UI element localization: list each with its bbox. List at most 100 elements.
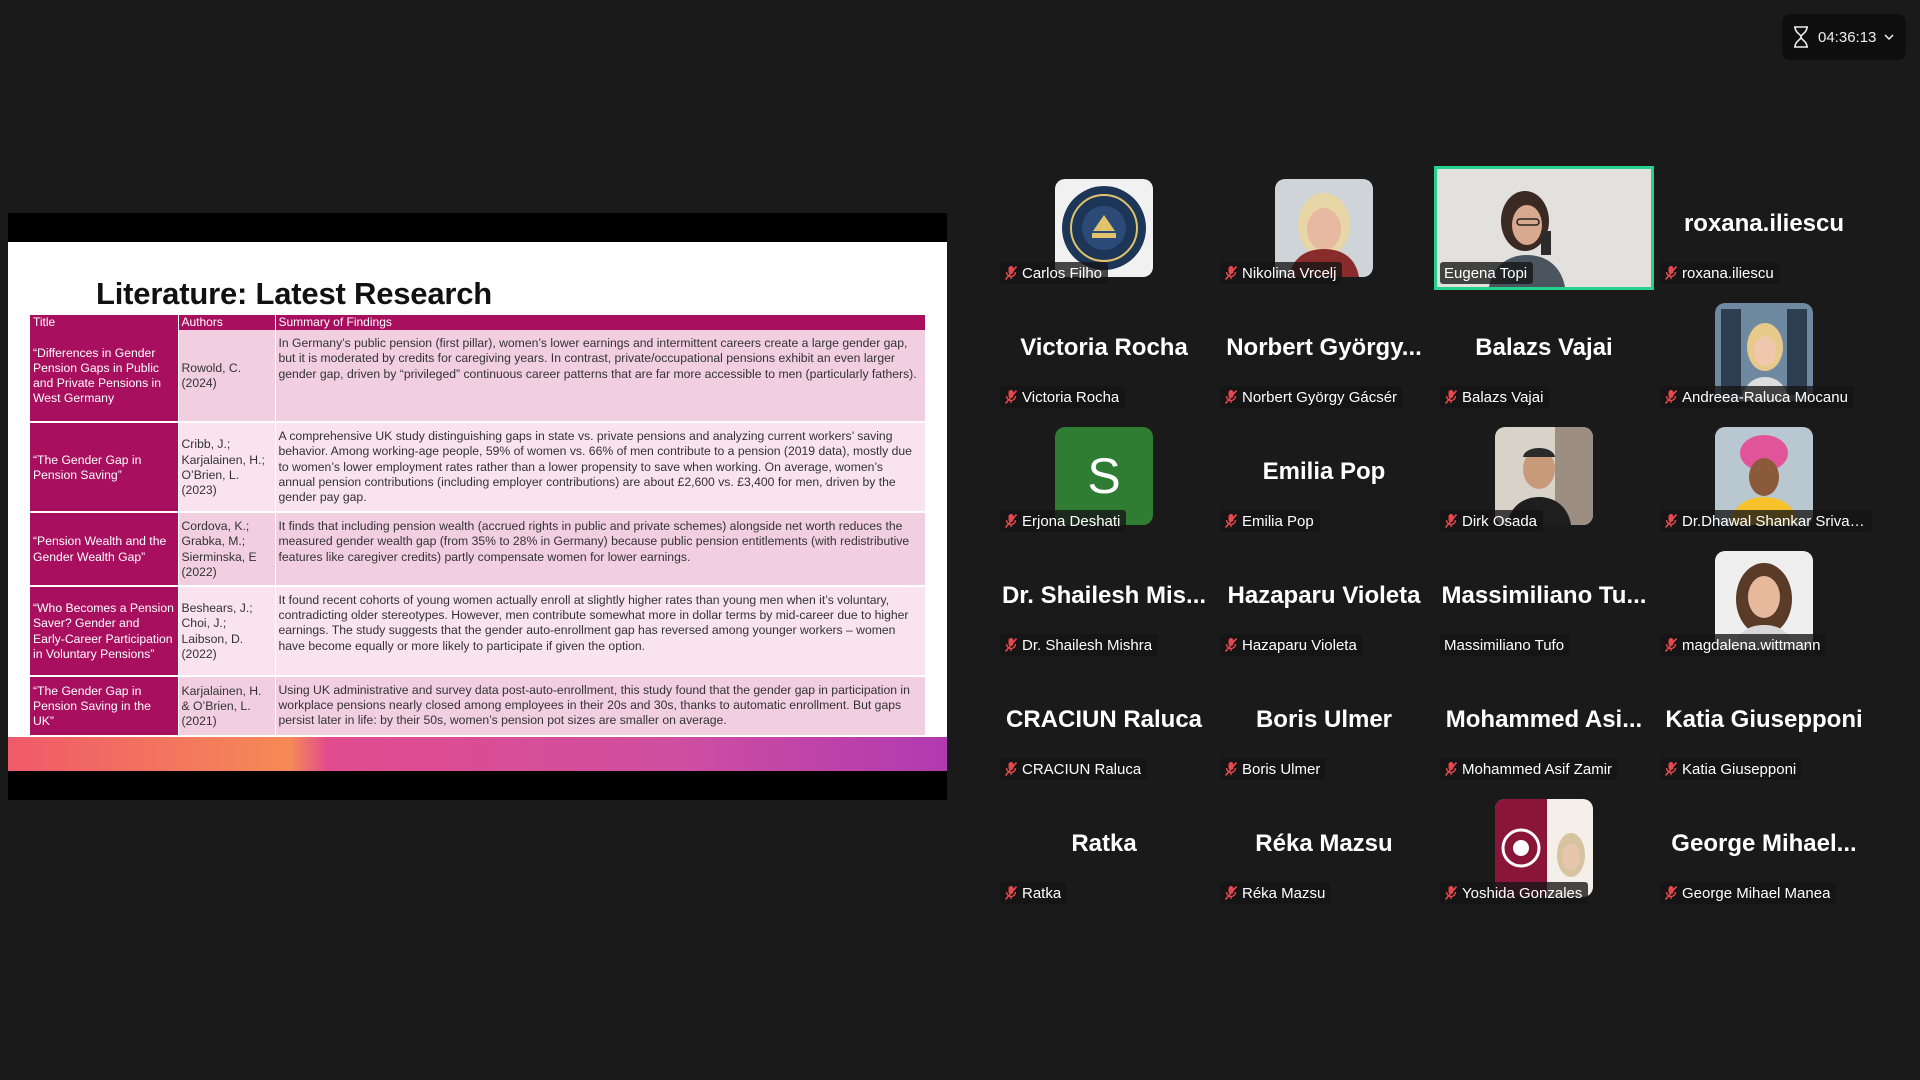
- mic-muted-icon: [1444, 761, 1458, 777]
- participant-tile[interactable]: Andreea-Raluca Mocanu: [1654, 290, 1874, 414]
- mic-muted-icon: [1224, 885, 1238, 901]
- participant-tile[interactable]: Victoria Rocha Victoria Rocha: [994, 290, 1214, 414]
- participant-display-name: Ratka: [1071, 830, 1137, 857]
- chevron-down-icon[interactable]: [1884, 33, 1894, 41]
- slide-footer-bar: [8, 737, 947, 771]
- participant-tile[interactable]: Nikolina Vrcelj: [1214, 166, 1434, 290]
- participant-name: Yoshida Gonzales: [1462, 884, 1583, 902]
- participant-display-name: Hazaparu Violeta: [1227, 582, 1421, 609]
- participant-name: Balazs Vajai: [1462, 388, 1544, 406]
- participant-display-name: Norbert György...: [1226, 334, 1422, 361]
- participant-tile[interactable]: Dr.Dhawal Shankar Srivas...: [1654, 414, 1874, 538]
- participant-display-name: Boris Ulmer: [1255, 706, 1393, 733]
- cell-title: “Pension Wealth and the Gender Wealth Ga…: [30, 512, 179, 588]
- mic-muted-icon: [1004, 389, 1018, 405]
- cell-summary: In Germany’s public pension (first pilla…: [275, 330, 926, 424]
- participant-tile[interactable]: Mohammed Asi... Mohammed Asif Zamir: [1434, 662, 1654, 786]
- participant-display-name: Réka Mazsu: [1255, 830, 1393, 857]
- timer-value: 04:36:13: [1818, 28, 1877, 46]
- participant-tile[interactable]: George Mihael... George Mihael Manea: [1654, 786, 1874, 910]
- participant-name-label: Emilia Pop: [1220, 510, 1320, 532]
- participant-name: Dirk Osada: [1462, 512, 1538, 530]
- participant-name: Boris Ulmer: [1242, 760, 1321, 778]
- participant-display-name: roxana.iliescu: [1683, 210, 1845, 237]
- participant-display-name: CRACIUN Raluca: [1005, 706, 1203, 733]
- participant-tile[interactable]: Réka Mazsu Réka Mazsu: [1214, 786, 1434, 910]
- mic-muted-icon: [1004, 265, 1018, 281]
- cell-authors: Karjalainen, H. & O’Brien, L. (2021): [178, 676, 276, 738]
- participant-display-name: Massimiliano Tu...: [1441, 582, 1647, 609]
- participant-tile[interactable]: Carlos Filho: [994, 166, 1214, 290]
- participant-name-label: Boris Ulmer: [1220, 758, 1327, 780]
- cell-authors: Cordova, K.; Grabka, M.; Sierminska, E (…: [178, 512, 276, 588]
- cell-summary: It finds that including pension wealth (…: [275, 512, 926, 588]
- cell-summary: It found recent cohorts of young women a…: [275, 586, 926, 678]
- mic-muted-icon: [1444, 389, 1458, 405]
- column-header-title: Title: [30, 315, 179, 331]
- participant-tile[interactable]: Massimiliano Tu... Massimiliano Tufo: [1434, 538, 1654, 662]
- participant-display-name: Balazs Vajai: [1475, 334, 1613, 361]
- participant-tile[interactable]: Hazaparu Violeta Hazaparu Violeta: [1214, 538, 1434, 662]
- participant-tile[interactable]: CRACIUN Raluca CRACIUN Raluca: [994, 662, 1214, 786]
- participant-name: CRACIUN Raluca: [1022, 760, 1142, 778]
- participant-name-label: Carlos Filho: [1000, 262, 1109, 284]
- presentation-slide: Literature: Latest Research Title Author…: [8, 242, 947, 771]
- participant-display-name: George Mihael...: [1671, 830, 1857, 857]
- participant-name-label: George Mihael Manea: [1660, 882, 1837, 904]
- participant-name: Victoria Rocha: [1022, 388, 1120, 406]
- cell-authors: Cribb, J.; Karjalainen, H.; O’Brien, L. …: [178, 422, 276, 514]
- cell-authors: Rowold, C. (2024): [178, 330, 276, 424]
- cell-title: “The Gender Gap in Pension Saving in the…: [30, 676, 179, 738]
- cell-summary: Using UK administrative and survey data …: [275, 676, 926, 738]
- mic-muted-icon: [1004, 513, 1018, 529]
- participant-name-label: Dirk Osada: [1440, 510, 1544, 532]
- participant-name-label: roxana.iliescu: [1660, 262, 1780, 284]
- mic-muted-icon: [1444, 513, 1458, 529]
- mic-muted-icon: [1224, 513, 1238, 529]
- column-header-summary: Summary of Findings: [275, 315, 926, 331]
- participant-tile[interactable]: Balazs Vajai Balazs Vajai: [1434, 290, 1654, 414]
- participant-tile[interactable]: roxana.iliescu roxana.iliescu: [1654, 166, 1874, 290]
- mic-muted-icon: [1224, 637, 1238, 653]
- participant-tile[interactable]: Dirk Osada: [1434, 414, 1654, 538]
- mic-muted-icon: [1664, 265, 1678, 281]
- participant-tile[interactable]: Ratka Ratka: [994, 786, 1214, 910]
- participant-display-name: Mohammed Asi...: [1445, 706, 1643, 733]
- cell-title: “The Gender Gap in Pension Saving”: [30, 422, 179, 514]
- meeting-timer[interactable]: 04:36:13: [1782, 14, 1906, 60]
- participant-tile[interactable]: Yoshida Gonzales: [1434, 786, 1654, 910]
- mic-muted-icon: [1664, 513, 1678, 529]
- mic-muted-icon: [1664, 885, 1678, 901]
- participant-name-label: Balazs Vajai: [1440, 386, 1550, 408]
- participant-name: Andreea-Raluca Mocanu: [1682, 388, 1848, 406]
- participant-tile[interactable]: Eugena Topi: [1434, 166, 1654, 290]
- participant-name: George Mihael Manea: [1682, 884, 1831, 902]
- participant-tile[interactable]: S Erjona Deshati: [994, 414, 1214, 538]
- participant-name-label: CRACIUN Raluca: [1000, 758, 1148, 780]
- mic-muted-icon: [1004, 885, 1018, 901]
- participant-tile[interactable]: magdalena.wittmann: [1654, 538, 1874, 662]
- participant-name: Emilia Pop: [1242, 512, 1314, 530]
- cell-authors: Beshears, J.; Choi, J.; Laibson, D. (202…: [178, 586, 276, 678]
- mic-muted-icon: [1664, 389, 1678, 405]
- participant-name: Massimiliano Tufo: [1444, 636, 1565, 654]
- mic-muted-icon: [1664, 637, 1678, 653]
- table-row: “Who Becomes a Pension Saver? Gender and…: [30, 586, 926, 678]
- participant-tile[interactable]: Katia Giusepponi Katia Giusepponi: [1654, 662, 1874, 786]
- participant-name-label: Yoshida Gonzales: [1440, 882, 1589, 904]
- participant-name: magdalena.wittmann: [1682, 636, 1821, 654]
- mic-muted-icon: [1004, 637, 1018, 653]
- participant-tile[interactable]: Boris Ulmer Boris Ulmer: [1214, 662, 1434, 786]
- participant-name: Norbert György Gácsér: [1242, 388, 1398, 406]
- participant-name-label: Dr. Shailesh Mishra: [1000, 634, 1159, 656]
- participant-name: Katia Giusepponi: [1682, 760, 1797, 778]
- participant-tile[interactable]: Norbert György... Norbert György Gácsér: [1214, 290, 1434, 414]
- table-header-row: Title Authors Summary of Findings: [30, 315, 926, 331]
- mic-muted-icon: [1664, 761, 1678, 777]
- participant-tile[interactable]: Dr. Shailesh Mis... Dr. Shailesh Mishra: [994, 538, 1214, 662]
- participant-name: Eugena Topi: [1444, 264, 1528, 282]
- participant-tile[interactable]: Emilia Pop Emilia Pop: [1214, 414, 1434, 538]
- cell-title: “Differences in Gender Pension Gaps in P…: [30, 330, 179, 424]
- participant-display-name: Victoria Rocha: [1020, 334, 1188, 361]
- participant-gallery: Carlos Filho Nikolina Vrcelj Eugena Topi ro…: [994, 166, 1878, 911]
